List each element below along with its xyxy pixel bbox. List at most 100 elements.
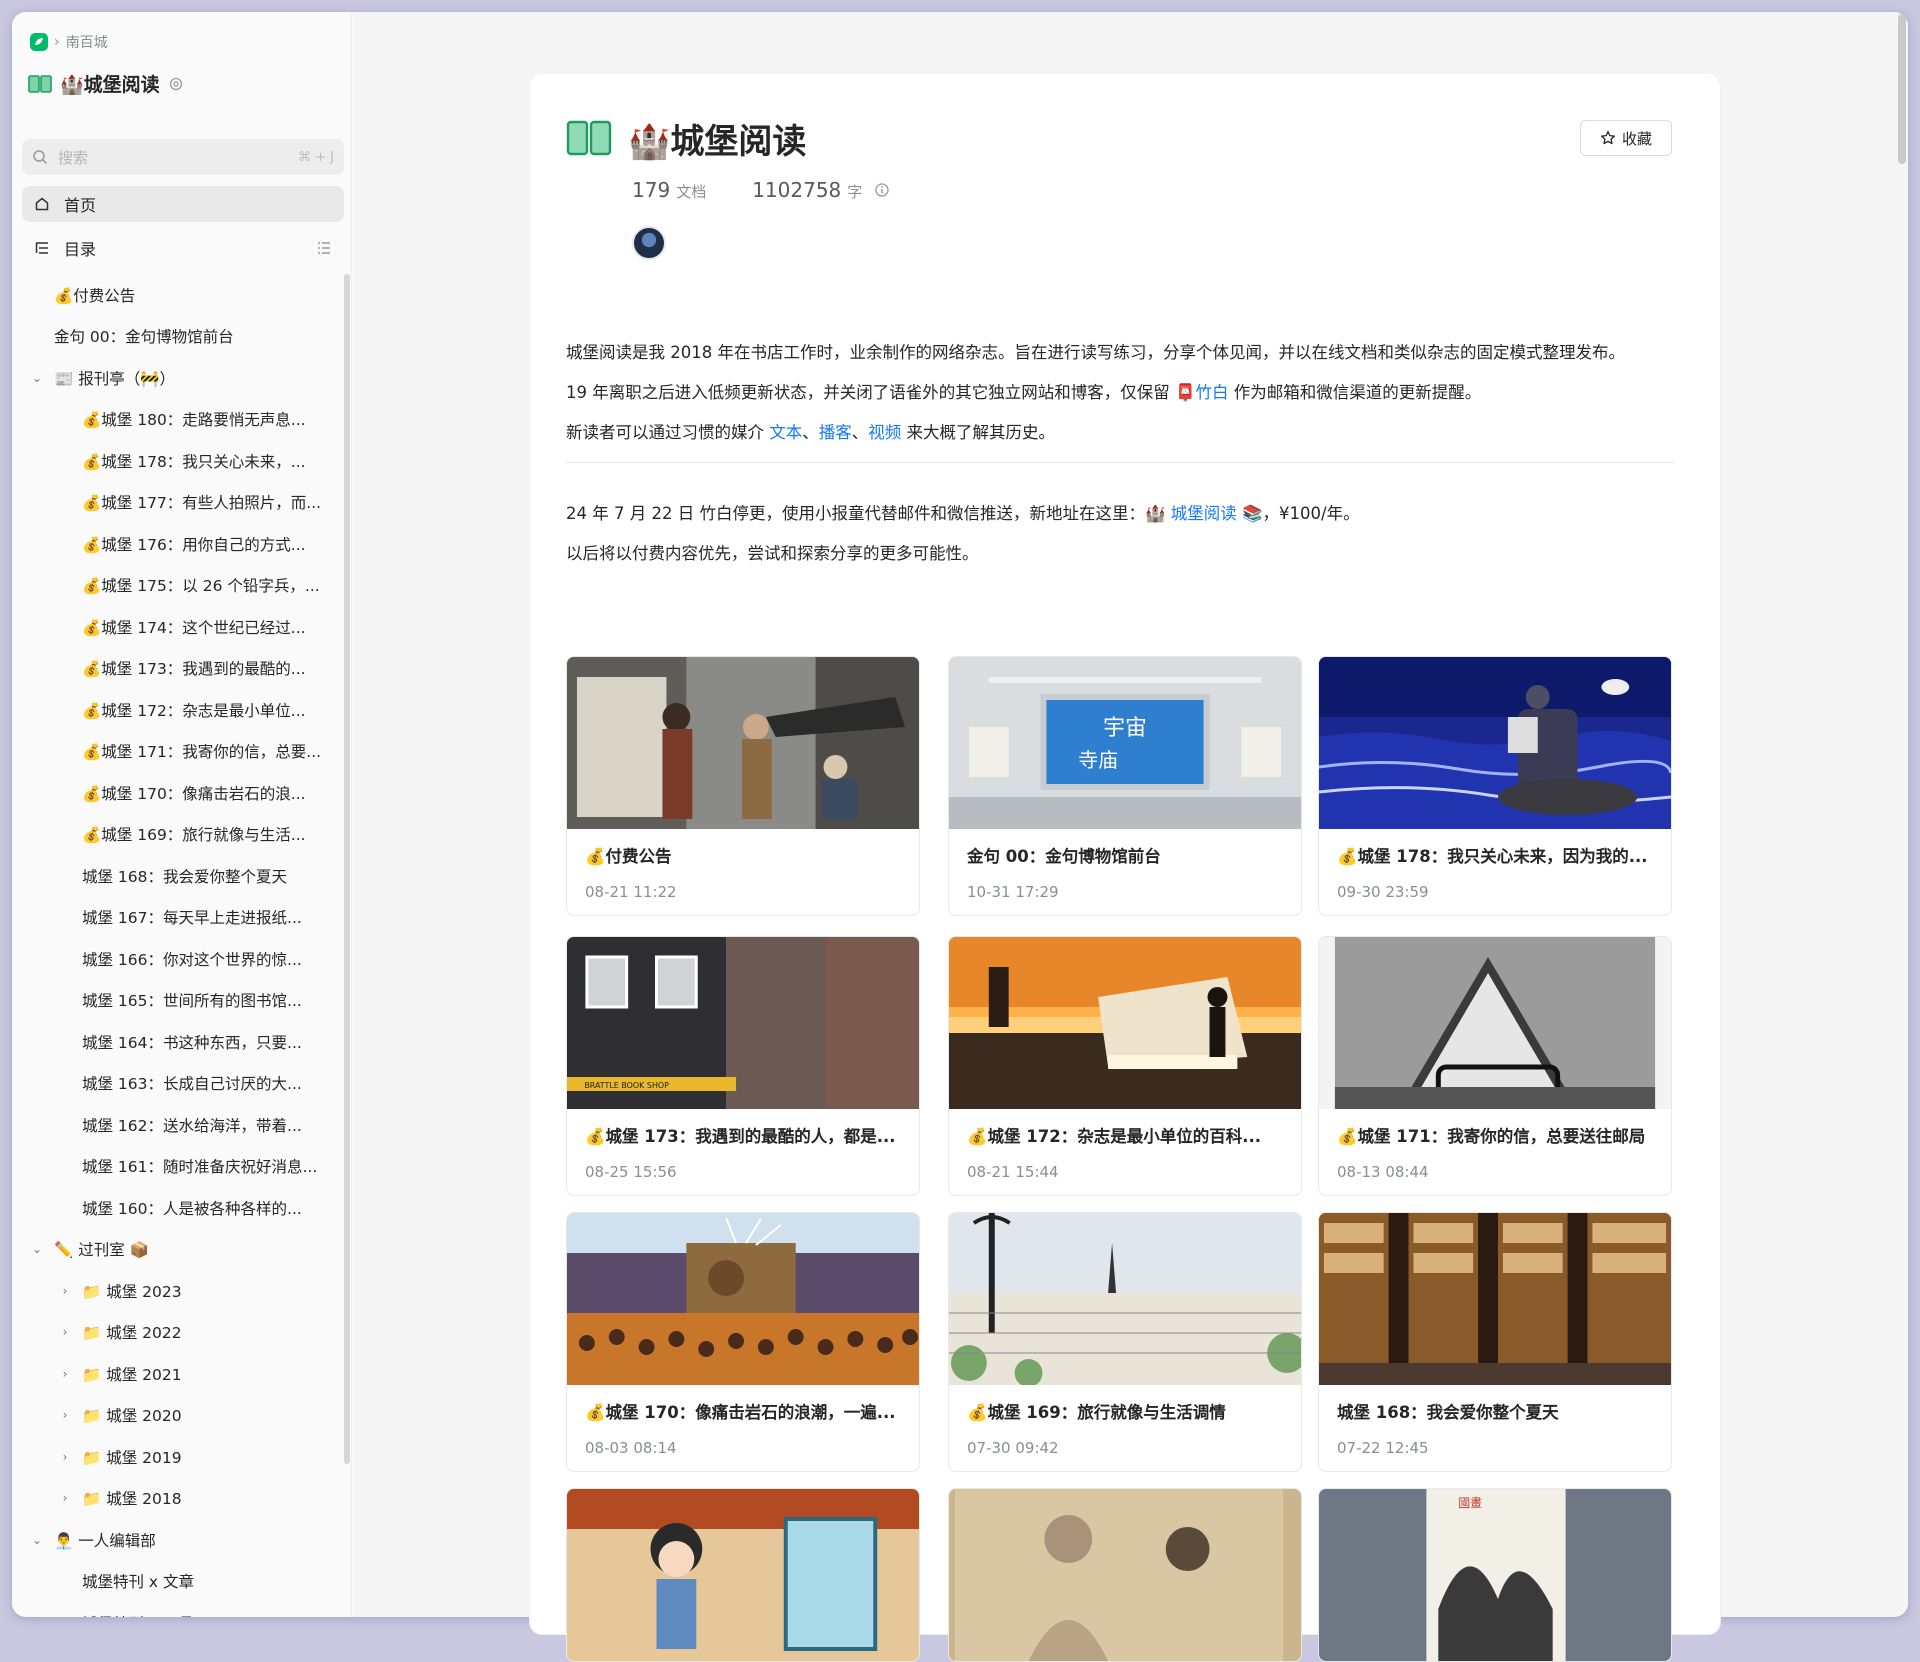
notice-line-1: 24 年 7 月 22 日 竹白停更，使用小报童代替邮件和微信推送，新地址在这里…: [566, 494, 1686, 534]
doc-card-date: 07-30 09:42: [967, 1439, 1059, 1457]
sidebar-scrollbar[interactable]: [344, 274, 350, 1464]
toc-item[interactable]: 城堡 166：你对这个世界的惊...: [12, 938, 348, 980]
author-avatar[interactable]: [632, 226, 666, 260]
toc-item[interactable]: ⌄ 📰 报刊亭（🚧）: [12, 357, 348, 399]
favorite-button[interactable]: 收藏: [1580, 120, 1672, 156]
doc-card-date: 08-13 08:44: [1337, 1163, 1429, 1181]
toc-item-label: 城堡 168：我会爱你整个夏天: [82, 867, 288, 886]
doc-card[interactable]: 💰城堡 169：旅行就像与生活调情 07-30 09:42: [948, 1212, 1302, 1472]
main-scrollbar[interactable]: [1898, 14, 1906, 164]
doc-card-title: 💰城堡 169：旅行就像与生活调情: [967, 1403, 1226, 1422]
doc-card[interactable]: [948, 1488, 1302, 1662]
chevron-down-icon[interactable]: ⌄: [30, 1533, 44, 1547]
toc-item[interactable]: 💰城堡 172：杂志是最小单位...: [12, 689, 348, 731]
doc-card[interactable]: 城堡 168：我会爱你整个夏天 07-22 12:45: [1318, 1212, 1672, 1472]
svg-text:寺庙: 寺庙: [1078, 748, 1118, 772]
nav-toc[interactable]: 目录: [22, 230, 344, 266]
toc-item-label: 💰城堡 171：我寄你的信，总要...: [82, 743, 322, 762]
toc-item[interactable]: 💰城堡 180：走路要悄无声息...: [12, 399, 348, 441]
toc-item-label: 💰城堡 173：我遇到的最酷的...: [82, 660, 306, 679]
doc-card-cover-image: BRATTLE BOOK SHOP: [567, 937, 919, 1109]
toc-item[interactable]: › 📁 城堡 2018: [12, 1478, 348, 1520]
chevron-right-icon[interactable]: ›: [58, 1325, 72, 1339]
doc-card[interactable]: BRATTLE BOOK SHOP 💰城堡 173：我遇到的最酷的人，都是... 0…: [566, 936, 920, 1196]
toc-item[interactable]: 💰城堡 175：以 26 个铅字兵，...: [12, 565, 348, 607]
info-icon[interactable]: [874, 182, 890, 198]
doc-card-cover-image: [567, 1489, 919, 1661]
doc-card-date: 09-30 23:59: [1337, 883, 1429, 901]
toc-item-label: 城堡 160：人是被各种各样的...: [82, 1199, 302, 1218]
doc-card[interactable]: [566, 1488, 920, 1662]
toc-item[interactable]: › 📁 城堡 2019: [12, 1436, 348, 1478]
settings-icon[interactable]: [168, 76, 184, 92]
search-shortcut: ⌘ + J: [298, 149, 334, 165]
doc-card-cover-image: [949, 1489, 1301, 1661]
doc-card-date: 08-21 15:44: [967, 1163, 1059, 1181]
chevron-right-icon[interactable]: ›: [58, 1284, 72, 1298]
toc-item[interactable]: 城堡 161：随时准备庆祝好消息...: [12, 1146, 348, 1188]
doc-card-title: 💰城堡 170：像痛击岩石的浪潮，一遍...: [585, 1403, 896, 1422]
toc-item-label: 城堡 164：书这种东西，只要...: [82, 1033, 302, 1052]
chevron-down-icon[interactable]: ⌄: [30, 1242, 44, 1256]
doc-card[interactable]: 國畫: [1318, 1488, 1672, 1662]
chevron-right-icon[interactable]: ›: [58, 1367, 72, 1381]
toc-item[interactable]: 💰城堡 173：我遇到的最酷的...: [12, 648, 348, 690]
breadcrumb: › 南百城: [30, 32, 108, 52]
doc-card[interactable]: 💰付费公告 08-21 11:22: [566, 656, 920, 916]
toc-item[interactable]: ⌄ 👨‍💼 一人编辑部: [12, 1519, 348, 1561]
desc-line-2: 19 年离职之后进入低频更新状态，并关闭了语雀外的其它独立网站和博客，仅保留 📮…: [566, 373, 1686, 413]
doc-card-date: 08-21 11:22: [585, 883, 677, 901]
toc-item[interactable]: 💰城堡 169：旅行就像与生活...: [12, 814, 348, 856]
toc-item[interactable]: 金句 00：金句博物馆前台: [12, 316, 348, 358]
toc-item[interactable]: 💰城堡 170：像痛击岩石的浪...: [12, 772, 348, 814]
toc-item[interactable]: 城堡 162：送水给海洋，带着...: [12, 1104, 348, 1146]
sidebar-book-title-row[interactable]: 🏰城堡阅读: [28, 70, 184, 97]
toc-item[interactable]: 城堡 167：每天早上走进报纸...: [12, 897, 348, 939]
chevron-right-icon[interactable]: ›: [58, 1408, 72, 1422]
doc-card[interactable]: 💰城堡 170：像痛击岩石的浪潮，一遍... 08-03 08:14: [566, 1212, 920, 1472]
toc-item[interactable]: 💰城堡 171：我寄你的信，总要...: [12, 731, 348, 773]
doc-card[interactable]: 💰城堡 178：我只关心未来，因为我的... 09-30 23:59: [1318, 656, 1672, 916]
zhubai-link[interactable]: 竹白: [1196, 383, 1229, 402]
toc-item[interactable]: 城堡特刊 x 文章: [12, 1561, 348, 1603]
toc-item[interactable]: 城堡特刊 x 工具: [12, 1602, 348, 1617]
toc-item[interactable]: 💰城堡 174：这个世纪已经过...: [12, 606, 348, 648]
doc-card-title: 城堡 168：我会爱你整个夏天: [1337, 1403, 1559, 1422]
podcast-link[interactable]: 播客: [819, 423, 852, 442]
chevron-right-icon[interactable]: ›: [58, 1450, 72, 1464]
toc-item[interactable]: 城堡 163：长成自己讨厌的大...: [12, 1063, 348, 1105]
toc-item[interactable]: › 📁 城堡 2022: [12, 1312, 348, 1354]
toc-item[interactable]: 💰城堡 178：我只关心未来，...: [12, 440, 348, 482]
toc-item[interactable]: › 📁 城堡 2021: [12, 1353, 348, 1395]
toc-item[interactable]: › 📁 城堡 2020: [12, 1395, 348, 1437]
doc-card[interactable]: 💰城堡 172：杂志是最小单位的百科... 08-21 15:44: [948, 936, 1302, 1196]
toc-item[interactable]: 城堡 168：我会爱你整个夏天: [12, 855, 348, 897]
toc-item[interactable]: 💰城堡 176：用你自己的方式...: [12, 523, 348, 565]
toc-item[interactable]: ⌄ ✏️ 过刊室 📦: [12, 1229, 348, 1271]
chevron-right-icon[interactable]: ›: [58, 1491, 72, 1505]
castle-reading-link[interactable]: 城堡阅读: [1171, 504, 1237, 523]
toc-item[interactable]: 💰城堡 177：有些人拍照片，而...: [12, 482, 348, 524]
text-link[interactable]: 文本: [769, 423, 802, 442]
toc-icon: [35, 242, 48, 254]
search-input[interactable]: 搜索 ⌘ + J: [22, 139, 344, 175]
book-icon: [566, 120, 612, 156]
sidebar: › 南百城 🏰城堡阅读 搜索 ⌘ + J 首页 目录 💰付费公告 金句 00：金…: [12, 12, 352, 1617]
video-link[interactable]: 视频: [868, 423, 901, 442]
toc-toggle-icon[interactable]: [316, 240, 332, 256]
toc-item[interactable]: 城堡 165：世间所有的图书馆...: [12, 980, 348, 1022]
toc-item[interactable]: 💰付费公告: [12, 274, 348, 316]
toc-item-label: 💰城堡 176：用你自己的方式...: [82, 535, 306, 554]
nav-home[interactable]: 首页: [22, 186, 344, 222]
notice-text: 📚，¥100/年。: [1236, 504, 1360, 523]
toc-item-label: 💰城堡 170：像痛击岩石的浪...: [82, 784, 306, 803]
toc-item[interactable]: 城堡 160：人是被各种各样的...: [12, 1187, 348, 1229]
doc-card[interactable]: 💰城堡 171：我寄你的信，总要送往邮局 08-13 08:44: [1318, 936, 1672, 1196]
yuque-logo-icon[interactable]: [30, 33, 48, 51]
toc-item[interactable]: › 📁 城堡 2023: [12, 1270, 348, 1312]
doc-card[interactable]: 宇宙 寺庙 金句 00：金句博物馆前台 10-31 17:29: [948, 656, 1302, 916]
breadcrumb-parent[interactable]: 南百城: [66, 32, 108, 52]
doc-card-title: 💰城堡 178：我只关心未来，因为我的...: [1337, 847, 1648, 866]
chevron-down-icon[interactable]: ⌄: [30, 371, 44, 385]
toc-item[interactable]: 城堡 164：书这种东西，只要...: [12, 1021, 348, 1063]
